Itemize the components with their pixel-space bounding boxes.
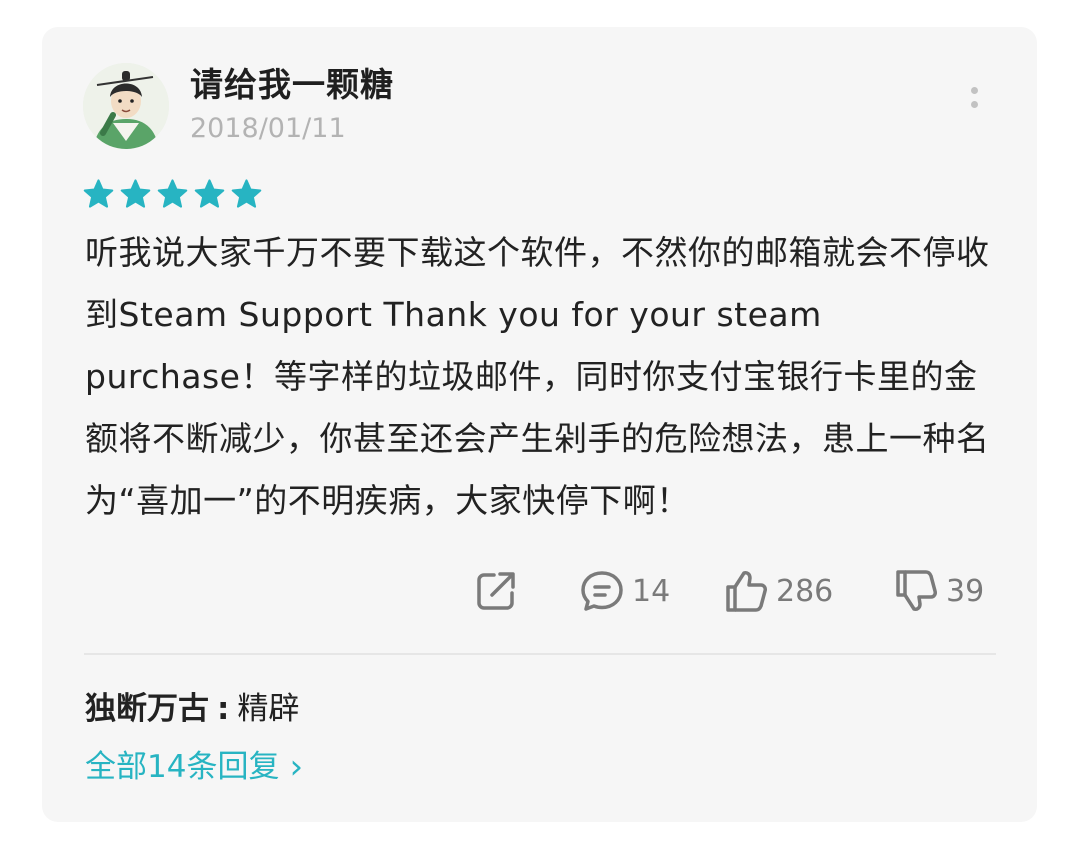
- star-icon: [194, 179, 225, 208]
- dislike-count: 39: [946, 573, 985, 609]
- reply-text: 精辟: [237, 691, 300, 727]
- like-button[interactable]: 286: [722, 561, 833, 621]
- reply-preview[interactable]: 独断万古: 精辟: [85, 687, 299, 731]
- view-all-replies-label: 全部14条回复: [85, 749, 280, 785]
- more-options-button[interactable]: [962, 87, 986, 121]
- reply-separator: :: [217, 691, 230, 727]
- star-icon: [83, 179, 114, 208]
- share-button[interactable]: [472, 561, 520, 621]
- star-icon: [157, 179, 188, 208]
- comment-button[interactable]: 14: [578, 561, 670, 621]
- divider: [84, 653, 996, 655]
- review-card: 请给我一颗糖 2018/01/11 听我说大家千万不要下载这个软件，不然你的邮箱…: [42, 27, 1037, 822]
- review-date: 2018/01/11: [190, 113, 346, 144]
- comment-icon: [581, 571, 623, 611]
- avatar-illustration: [83, 63, 169, 149]
- star-icon: [120, 179, 151, 208]
- more-dot-icon: [971, 87, 978, 94]
- review-author-name[interactable]: 请给我一颗糖: [190, 63, 394, 107]
- dislike-button[interactable]: 39: [892, 561, 984, 621]
- action-bar: 14 286 39: [42, 561, 1037, 621]
- avatar[interactable]: [83, 63, 169, 149]
- more-dot-icon: [971, 101, 978, 108]
- review-text: 听我说大家千万不要下载这个软件，不然你的邮箱就会不停收到Steam Suppor…: [85, 233, 990, 520]
- chevron-right-icon: ›: [289, 747, 304, 787]
- view-all-replies-link[interactable]: 全部14条回复 ›: [85, 745, 303, 789]
- star-icon: [231, 179, 262, 208]
- comment-count: 14: [632, 573, 671, 609]
- thumbs-down-icon: [896, 570, 937, 611]
- like-count: 286: [776, 573, 834, 609]
- star-rating: [82, 178, 263, 212]
- share-icon: [477, 572, 515, 610]
- thumbs-up-icon: [726, 571, 767, 612]
- reply-author[interactable]: 独断万古: [85, 691, 209, 727]
